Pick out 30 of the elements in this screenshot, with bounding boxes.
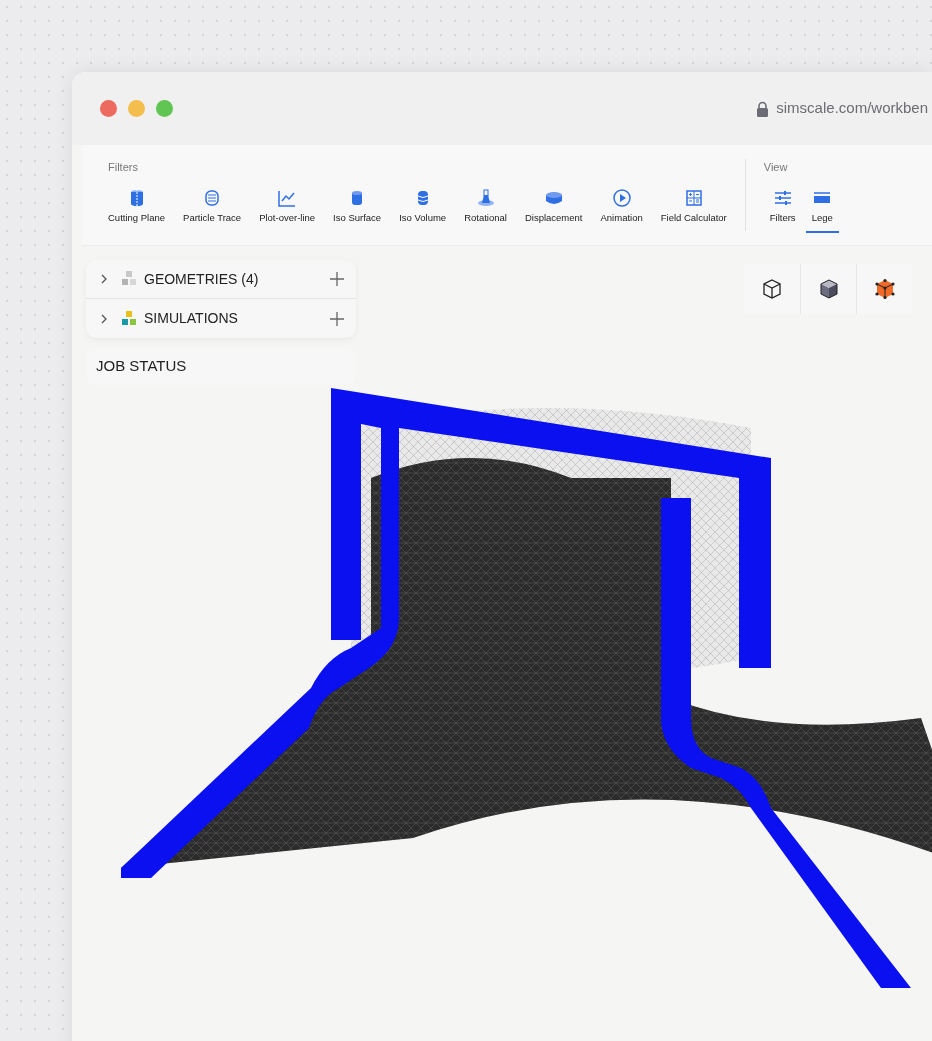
tree-item[interactable]: GEOMETRIES (4) bbox=[86, 260, 356, 299]
wireframe-cube-icon bbox=[761, 278, 783, 300]
toolbar-button[interactable]: Animation bbox=[592, 187, 651, 225]
toolbar-button[interactable]: Rotational bbox=[456, 187, 515, 225]
tree-label: GEOMETRIES (4) bbox=[144, 269, 259, 289]
rotation-shape-icon bbox=[475, 187, 496, 208]
url-text[interactable]: simscale.com/workben bbox=[776, 97, 928, 120]
section-title: View bbox=[763, 160, 789, 175]
cubes-icon bbox=[120, 309, 138, 328]
play-icon bbox=[611, 187, 632, 208]
toolbar-button[interactable]: Cutting Plane bbox=[108, 187, 174, 225]
plus-icon[interactable] bbox=[330, 272, 344, 286]
toolbar-button[interactable]: Particle Trace bbox=[175, 187, 250, 225]
solid-cube-icon bbox=[817, 278, 840, 300]
toolbar-tab[interactable]: Lege bbox=[805, 187, 839, 233]
toolbar-button[interactable]: Plot-over-line bbox=[251, 187, 324, 225]
toolbar-button[interactable]: Displacement bbox=[516, 187, 591, 225]
job-status-label: JOB STATUS bbox=[96, 356, 187, 377]
toolbar-button[interactable]: Iso Volume bbox=[391, 187, 455, 225]
toolbar-button[interactable]: Iso Surface bbox=[325, 187, 390, 225]
tree-item[interactable]: SIMULATIONS bbox=[86, 299, 356, 338]
toolbar-button[interactable]: Field Calculator bbox=[652, 187, 735, 225]
vertex-cube-icon bbox=[873, 278, 896, 300]
calculator-icon bbox=[683, 187, 704, 208]
tree-label: SIMULATIONS bbox=[144, 309, 238, 328]
lock-icon bbox=[756, 100, 770, 117]
section-title: Filters bbox=[108, 160, 139, 175]
toolbar-tab[interactable]: Filters bbox=[763, 187, 802, 233]
plus-icon[interactable] bbox=[330, 311, 344, 326]
cubes-icon bbox=[120, 270, 138, 288]
